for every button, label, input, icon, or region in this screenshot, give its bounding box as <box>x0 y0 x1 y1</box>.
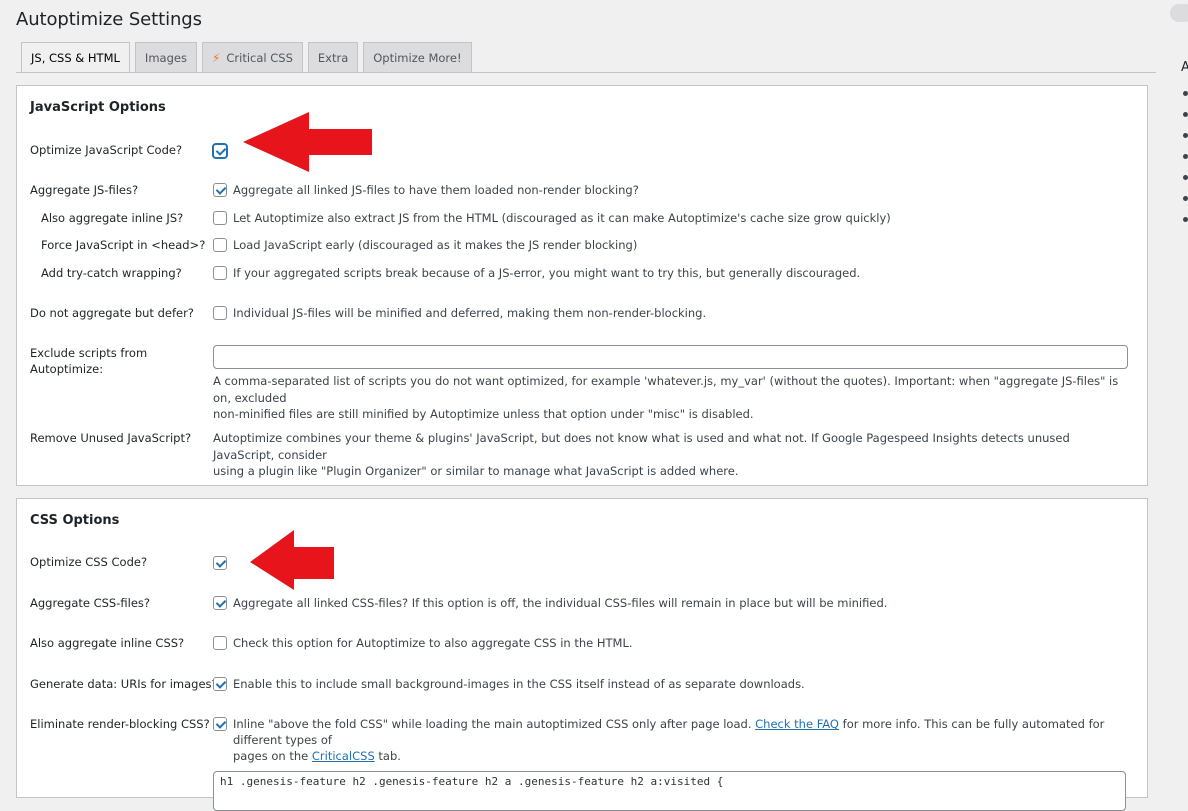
data-uris-text: Enable this to include small background-… <box>233 677 805 691</box>
settings-tabs: JS, CSS & HTML Images ⚡ Critical CSS Extr… <box>21 42 477 73</box>
tab-critical-css[interactable]: ⚡ Critical CSS <box>201 42 303 72</box>
check-faq-link[interactable]: Check the FAQ <box>755 717 839 731</box>
try-catch-label: Add try-catch wrapping? <box>41 266 182 280</box>
red-arrow-annotation-js <box>243 112 372 172</box>
defer-label: Do not aggregate but defer? <box>30 306 194 320</box>
tab-images[interactable]: Images <box>134 42 197 72</box>
aggregate-js-text: Aggregate all linked JS-files to have th… <box>233 183 639 197</box>
render-blocking-text: Inline "above the fold CSS" while loadin… <box>233 717 1105 763</box>
render-blocking-checkbox[interactable] <box>213 717 227 731</box>
red-arrow-annotation-css <box>250 530 334 590</box>
force-head-label: Force JavaScript in <head>? <box>41 238 206 252</box>
remove-unused-js-text: Autoptimize combines your theme & plugin… <box>213 431 1070 478</box>
force-head-text: Load JavaScript early (discouraged as it… <box>233 238 638 252</box>
inline-js-label: Also aggregate inline JS? <box>41 211 184 225</box>
critical-css-textarea[interactable]: h1 .genesis-feature h2 .genesis-feature … <box>213 771 1126 811</box>
bullet-dot <box>1183 154 1188 159</box>
aggregate-css-label: Aggregate CSS-files? <box>30 596 150 610</box>
force-head-checkbox[interactable] <box>213 238 227 252</box>
optimize-css-checkbox[interactable] <box>213 556 227 570</box>
try-catch-text: If your aggregated scripts break because… <box>233 266 861 280</box>
exclude-scripts-label: Exclude scripts from Autoptimize: <box>30 346 148 376</box>
aggregate-js-label: Aggregate JS-files? <box>30 183 139 197</box>
inline-css-label: Also aggregate inline CSS? <box>30 636 185 650</box>
optimize-js-checkbox[interactable] <box>213 144 227 158</box>
data-uris-checkbox[interactable] <box>213 677 227 691</box>
page-title: Autoptimize Settings <box>16 9 202 30</box>
tab-js-css-html[interactable]: JS, CSS & HTML <box>21 42 130 73</box>
exclude-scripts-help: A comma-separated list of scripts you do… <box>213 374 1119 421</box>
aggregate-js-checkbox[interactable] <box>213 183 227 197</box>
bullet-dot <box>1183 112 1188 117</box>
css-options-title: CSS Options <box>30 513 120 528</box>
javascript-options-panel: JavaScript Options Optimize JavaScript C… <box>16 85 1148 486</box>
aggregate-css-text: Aggregate all linked CSS-files? If this … <box>233 596 888 610</box>
exclude-scripts-input[interactable] <box>213 345 1128 369</box>
sidebar-heading-fragment: A <box>1181 60 1188 75</box>
render-blocking-label: Eliminate render-blocking CSS? <box>30 717 210 731</box>
optimize-css-label: Optimize CSS Code? <box>30 555 148 569</box>
defer-text: Individual JS-files will be minified and… <box>233 306 707 320</box>
tab-optimize-more[interactable]: Optimize More! <box>363 42 472 72</box>
aggregate-css-checkbox[interactable] <box>213 596 227 610</box>
javascript-options-title: JavaScript Options <box>30 100 166 115</box>
bullet-dot <box>1183 175 1188 180</box>
lightning-icon: ⚡ <box>211 50 221 65</box>
criticalcss-tab-link[interactable]: CriticalCSS <box>312 749 375 763</box>
tabs-divider <box>16 72 1156 73</box>
inline-css-checkbox[interactable] <box>213 636 227 650</box>
bullet-dot <box>1183 133 1188 138</box>
tab-extra[interactable]: Extra <box>307 42 359 72</box>
inline-css-text: Check this option for Autoptimize to als… <box>233 636 633 650</box>
remove-unused-js-label: Remove Unused JavaScript? <box>30 431 192 445</box>
bullet-dot <box>1183 217 1188 222</box>
bullet-dot <box>1183 91 1188 96</box>
sidebar-bullet-list <box>1183 91 1188 238</box>
defer-checkbox[interactable] <box>213 306 227 320</box>
data-uris-label: Generate data: URIs for images? <box>30 677 218 691</box>
try-catch-checkbox[interactable] <box>213 266 227 280</box>
inline-js-checkbox[interactable] <box>213 211 227 225</box>
optimize-js-label: Optimize JavaScript Code? <box>30 143 183 157</box>
inline-js-text: Let Autoptimize also extract JS from the… <box>233 211 891 225</box>
bullet-dot <box>1183 196 1188 201</box>
clipped-sidebar-element <box>1170 4 1188 22</box>
css-options-panel: CSS Options Optimize CSS Code? Aggregate… <box>16 498 1148 811</box>
